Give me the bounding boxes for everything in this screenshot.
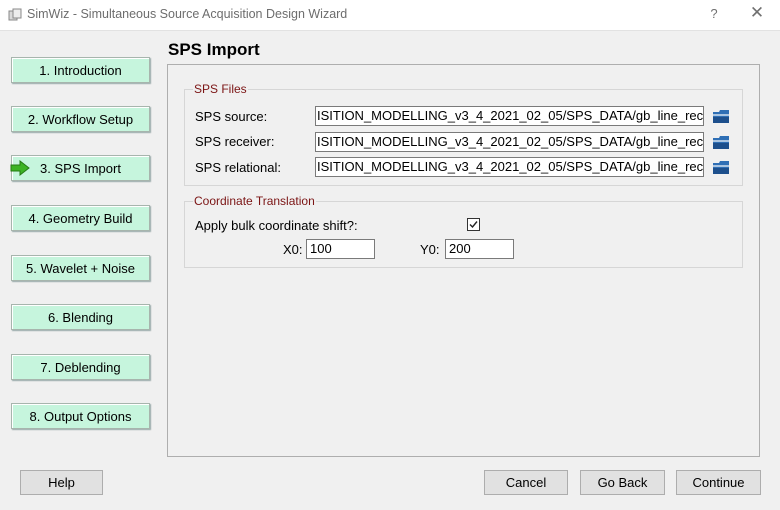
cancel-button-label: Cancel: [505, 475, 547, 490]
step-label: 3. SPS Import: [40, 160, 121, 176]
step-wavelet-noise[interactable]: 5. Wavelet + Noise: [11, 255, 150, 281]
green-arrow-icon: [10, 160, 30, 176]
step-introduction[interactable]: 1. Introduction: [11, 57, 150, 83]
go-back-button[interactable]: Go Back: [580, 470, 665, 495]
step-geometry-build[interactable]: 4. Geometry Build: [11, 205, 150, 231]
step-label: 4. Geometry Build: [28, 210, 133, 226]
sps-source-label: SPS source:: [195, 109, 268, 124]
step-label: 8. Output Options: [29, 408, 132, 424]
coordinate-shift-checkbox[interactable]: [467, 218, 480, 231]
y0-field[interactable]: 200: [445, 239, 514, 259]
sps-receiver-field[interactable]: ISITION_MODELLING_v3_4_2021_02_05/SPS_DA…: [315, 132, 704, 152]
step-label: 7. Deblending: [40, 359, 121, 375]
app-icon: [8, 8, 22, 21]
sps-relational-field[interactable]: ISITION_MODELLING_v3_4_2021_02_05/SPS_DA…: [315, 157, 704, 177]
step-label: 6. Blending: [47, 309, 114, 325]
sps-files-group-title: SPS Files: [193, 82, 248, 96]
help-button-label: Help: [48, 475, 75, 490]
step-label: 1. Introduction: [39, 62, 122, 78]
step-sps-import[interactable]: 3. SPS Import: [11, 155, 150, 181]
step-label: 5. Wavelet + Noise: [26, 260, 135, 276]
sps-receiver-label: SPS receiver:: [195, 134, 275, 149]
close-icon[interactable]: ✕: [745, 3, 769, 23]
cancel-button[interactable]: Cancel: [484, 470, 568, 495]
sps-source-field[interactable]: ISITION_MODELLING_v3_4_2021_02_05/SPS_DA…: [315, 106, 704, 126]
step-workflow-setup[interactable]: 2. Workflow Setup: [11, 106, 150, 132]
coordinate-shift-label: Apply bulk coordinate shift?:: [195, 218, 358, 233]
x0-label: X0:: [283, 242, 303, 257]
folder-icon[interactable]: [712, 160, 730, 175]
help-button[interactable]: Help: [20, 470, 103, 495]
step-label: 2. Workflow Setup: [27, 111, 134, 127]
window-title: SimWiz - Simultaneous Source Acquisition…: [27, 7, 348, 21]
sps-relational-label: SPS relational:: [195, 160, 281, 175]
folder-icon[interactable]: [712, 109, 730, 124]
continue-button-label: Continue: [692, 475, 745, 490]
continue-button[interactable]: Continue: [676, 470, 761, 495]
x0-field[interactable]: 100: [306, 239, 375, 259]
help-icon[interactable]: ?: [704, 6, 724, 21]
checkmark-icon: [469, 221, 478, 229]
page-title: SPS Import: [168, 40, 260, 59]
folder-icon[interactable]: [712, 135, 730, 150]
step-blending[interactable]: 6. Blending: [11, 304, 150, 330]
go-back-button-label: Go Back: [597, 475, 648, 490]
step-deblending[interactable]: 7. Deblending: [11, 354, 150, 380]
y0-label: Y0:: [420, 242, 440, 257]
title-bar: SimWiz - Simultaneous Source Acquisition…: [0, 0, 780, 31]
step-output-options[interactable]: 8. Output Options: [11, 403, 150, 429]
coordinate-translation-group-title: Coordinate Translation: [193, 194, 316, 208]
